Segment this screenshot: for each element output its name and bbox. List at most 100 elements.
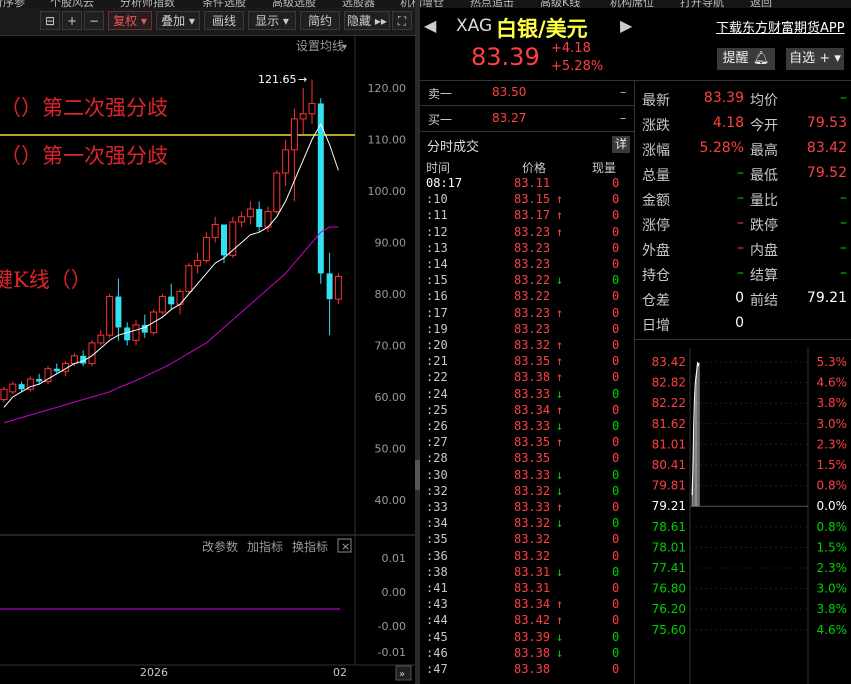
simple-mode-button[interactable]: 简约 — [300, 11, 340, 30]
intraday-pct-label: 4.6% — [817, 623, 848, 637]
top-menu-item[interactable]: 个股风云 — [50, 0, 94, 8]
kline-chart[interactable]: 设置均线 ▾ 120.00 110.00 100.00 90.00 80.00 70.00… — [0, 35, 416, 684]
watchlist-button[interactable]: 自选 + ▾ — [786, 48, 844, 70]
annotation-second-divergence[interactable]: （）第二次强分歧 — [0, 96, 168, 120]
candle-body[interactable] — [326, 273, 333, 300]
trade-row: :15 83.22 ↓ 0 — [420, 273, 634, 289]
trade-price: 83.32 — [514, 532, 551, 547]
annotation-first-divergence[interactable]: （）第一次强分歧 — [0, 144, 168, 168]
candle-body[interactable] — [97, 334, 105, 344]
trades-list[interactable]: 08:17 83.11 0:10 83.15 ↑ 0:11 83.17 ↑ 0:12 83.23 ↑… — [420, 176, 634, 684]
trade-volume: 0 — [612, 370, 620, 385]
edit-params-link[interactable]: 改参数 — [202, 539, 238, 554]
candle-body[interactable] — [18, 384, 25, 390]
zoom-out-icon[interactable]: − — [84, 11, 104, 30]
hide-button[interactable]: 隐藏 ▸▸ — [344, 11, 390, 30]
top-menu-item[interactable]: 打开导航 — [680, 0, 724, 8]
candle-body[interactable] — [44, 368, 52, 383]
trade-volume: 0 — [612, 273, 620, 288]
trade-volume: 0 — [612, 435, 620, 450]
last-price: 83.39 — [471, 43, 540, 71]
trade-price: 83.34 — [514, 597, 551, 612]
candle-body[interactable] — [211, 223, 219, 238]
stat-value: – — [840, 215, 847, 231]
unlock-icon[interactable]: ⊟ — [40, 11, 60, 30]
change-indicator-link[interactable]: 换指标 — [292, 539, 328, 554]
trade-time: :36 — [426, 548, 448, 563]
top-menu-item[interactable]: 返回 — [750, 0, 772, 8]
annotation-key-candle[interactable]: 键K线（） — [0, 268, 92, 292]
trades-detail-button[interactable]: 详 — [612, 136, 630, 153]
top-menu-item[interactable]: 高级K线 — [540, 0, 580, 8]
candle-body[interactable] — [168, 296, 175, 305]
ma-setting-label[interactable]: 设置均线 — [296, 39, 344, 53]
draw-line-button[interactable]: 画线 — [204, 11, 244, 30]
intraday-chart[interactable]: 83.42 5.3% 82.82 4.6% 82.22 3.8% 81.62 3.0% 81.0… — [636, 348, 851, 684]
trade-price: 83.38 — [514, 370, 551, 385]
trade-volume: 0 — [612, 532, 620, 547]
candle-body[interactable] — [194, 260, 202, 267]
candle-body[interactable] — [9, 383, 17, 393]
candle-body[interactable] — [299, 113, 307, 120]
candle-body[interactable] — [0, 388, 8, 401]
fullscreen-icon[interactable]: ⛶ — [392, 11, 412, 30]
candle-body[interactable] — [158, 296, 166, 313]
up-arrow-icon: ↑ — [556, 338, 564, 352]
candle-body[interactable] — [334, 275, 342, 300]
top-menu-item[interactable]: 高级选股 — [272, 0, 316, 8]
stat-value: – — [840, 90, 847, 106]
top-menu-item[interactable]: 条件选股 — [202, 0, 246, 8]
buy1-price: 83.27 — [492, 111, 527, 125]
next-symbol-icon[interactable]: ▶ — [620, 16, 632, 35]
alert-label: 提醒 — [722, 51, 749, 66]
overlay-dropdown[interactable]: 叠加 ▾ — [156, 11, 200, 30]
stats-table: 最新 83.39 均价 – 涨跌 4.18 今开 79.53 涨幅 5.28% 最高 83.42 总量 –… — [636, 80, 851, 338]
download-app-link[interactable]: 下载东方财富期货APP — [716, 17, 845, 36]
top-menu-item[interactable]: 分析师指数 — [120, 0, 175, 8]
zoom-in-icon[interactable]: + — [62, 11, 82, 30]
fuquan-dropdown[interactable]: 复权 ▾ — [108, 11, 152, 30]
top-menu-item[interactable]: 机构增仓 — [400, 0, 444, 8]
intraday-price-label: 79.21 — [652, 499, 686, 513]
candle-body[interactable] — [238, 216, 246, 223]
trade-time: :11 — [426, 208, 448, 223]
ma-setting-arrow-icon[interactable]: ▾ — [342, 42, 347, 53]
trade-price: 83.42 — [514, 613, 551, 628]
candle-body[interactable] — [36, 378, 43, 382]
candle-body[interactable] — [273, 172, 281, 213]
intraday-price-label: 76.80 — [652, 582, 686, 596]
add-indicator-link[interactable]: 加指标 — [247, 539, 283, 554]
candle-body[interactable] — [185, 265, 193, 292]
trade-volume: 0 — [612, 192, 620, 207]
top-menu-item[interactable]: 机构席位 — [610, 0, 654, 8]
trade-volume: 0 — [612, 289, 620, 304]
trade-price: 83.32 — [514, 483, 551, 498]
candle-body[interactable] — [106, 296, 114, 336]
candle-body[interactable] — [202, 236, 210, 262]
candle-body[interactable] — [282, 149, 290, 174]
x-label-year: 2026 — [140, 666, 168, 679]
candle-body[interactable] — [246, 208, 254, 218]
top-menu-item[interactable]: 行序参 — [0, 0, 25, 8]
candle-body[interactable] — [70, 355, 78, 365]
candle-body[interactable] — [53, 368, 60, 372]
candle-body[interactable] — [115, 296, 122, 328]
candle-body[interactable] — [221, 224, 227, 256]
candle-body[interactable] — [88, 342, 96, 365]
quote-panel: ◀ XAG 白银/美元 ▶ 83.39 +4.18 +5.28% 下载东方财富期… — [420, 8, 851, 684]
candle-body[interactable] — [290, 118, 298, 151]
top-menu-item[interactable]: 热点追击 — [470, 0, 514, 8]
intraday-pct-label: 2.3% — [817, 561, 848, 575]
top-menu-item[interactable]: 选股器 — [342, 0, 375, 8]
alert-button[interactable]: 提醒 🔔︎ — [717, 48, 775, 70]
candle-body[interactable] — [308, 102, 316, 115]
stat-label: 总量 — [642, 168, 670, 184]
display-dropdown[interactable]: 显示 ▾ — [248, 11, 296, 30]
chevron-down-icon: ▾ — [834, 51, 841, 66]
trade-volume: 0 — [612, 419, 620, 433]
candle-body[interactable] — [132, 324, 140, 341]
candle-body[interactable] — [124, 327, 131, 341]
trade-row: :35 83.32 0 — [420, 532, 634, 548]
prev-symbol-icon[interactable]: ◀ — [424, 16, 436, 35]
candle-body[interactable] — [256, 209, 263, 228]
